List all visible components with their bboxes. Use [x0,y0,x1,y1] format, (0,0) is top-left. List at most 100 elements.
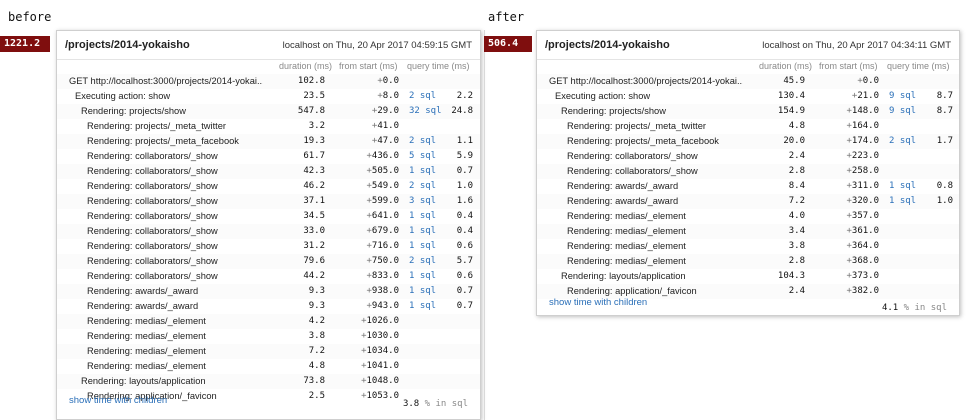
duration-value: 73.8 [303,376,325,386]
sql-count-link[interactable]: 3 sql [409,194,436,209]
sql-count-link[interactable]: 1 sql [889,179,916,194]
before-show-children-link[interactable]: show time with children [69,395,167,406]
step-name: GET http://localhost:3000/projects/2014-… [549,76,743,86]
query-time-value: 1.1 [456,136,473,146]
sql-count-link[interactable]: 1 sql [409,164,436,179]
timing-row: Rendering: awards/_award 7.2 +320.0 1 sql 1.… [537,194,959,209]
duration-value: 4.8 [788,121,805,131]
from-start-value: +320.0 [809,194,879,209]
after-show-children-link[interactable]: show time with children [549,297,647,308]
timing-row: Rendering: collaborators/_show 42.3 +505.0… [57,164,480,179]
sql-count-link[interactable]: 2 sql [409,179,436,194]
from-start-number: 361.0 [851,226,879,236]
from-start-number: 373.0 [851,271,879,281]
timing-row: Rendering: collaborators/_show 2.8 +258.0 [537,164,959,179]
timing-row: Rendering: medias/_element 4.2 +1026.0 [57,314,480,329]
from-start-number: 716.0 [371,241,399,251]
from-start-value: +1030.0 [329,329,399,344]
duration-value: 9.3 [308,301,325,311]
sql-count-link[interactable]: 1 sql [409,299,436,314]
sql-count-link[interactable]: 2 sql [409,254,436,269]
sql-count-link[interactable]: 1 sql [409,209,436,224]
from-start-number: 320.0 [851,196,879,206]
from-start-value: +174.0 [809,134,879,149]
from-start-number: 148.0 [851,106,879,116]
from-start-number: 364.0 [851,241,879,251]
query-time-value: 0.7 [456,286,473,296]
after-sql-pct-value: 4.1 [881,303,899,313]
step-name: Rendering: layouts/application [81,376,206,386]
duration-value: 44.2 [303,271,325,281]
from-start-value: +938.0 [329,284,399,299]
before-profiler-panel: /projects/2014-yokaisho localhost on Thu… [56,30,481,420]
sql-count-link[interactable]: 1 sql [409,284,436,299]
timing-row: Rendering: awards/_award 9.3 +943.0 1 sql 0.… [57,299,480,314]
timing-row: Rendering: medias/_element 4.0 +357.0 [537,209,959,224]
timing-row: Rendering: collaborators/_show 37.1 +599.0… [57,194,480,209]
after-timing-rows: GET http://localhost:3000/projects/2014-… [537,74,959,299]
from-start-number: 599.0 [371,196,399,206]
timing-row: Rendering: collaborators/_show 34.5 +641.0… [57,209,480,224]
query-time-value: 0.4 [456,226,473,236]
sql-count-link[interactable]: 2 sql [409,89,436,104]
timing-row: Rendering: layouts/application 73.8 +1048.… [57,374,480,389]
from-start-number: 750.0 [371,256,399,266]
duration-value: 547.8 [297,106,325,116]
from-start-value: +1034.0 [329,344,399,359]
duration-value: 9.3 [308,286,325,296]
step-name: Rendering: projects/_meta_twitter [567,121,707,131]
sql-count-link[interactable]: 1 sql [889,194,916,209]
sql-count-link[interactable]: 2 sql [409,134,436,149]
step-name: Rendering: collaborators/_show [567,166,698,176]
timing-row: Rendering: projects/_meta_facebook 20.0 +1… [537,134,959,149]
duration-value: 2.4 [788,151,805,161]
from-start-value: +679.0 [329,224,399,239]
from-start-value: +549.0 [329,179,399,194]
from-start-number: 47.0 [377,136,399,146]
from-start-number: 1048.0 [366,376,399,386]
step-name: Rendering: medias/_element [87,361,206,371]
sql-count-link[interactable]: 9 sql [889,104,916,119]
before-total-time-badge[interactable]: 1221.2 ms [0,36,50,65]
before-sql-percentage: 3.8 % in sql [403,399,468,409]
before-caption: before [8,10,52,24]
sql-count-link[interactable]: 1 sql [409,224,436,239]
from-start-number: 943.0 [371,301,399,311]
sql-count-link[interactable]: 1 sql [409,269,436,284]
from-start-value: +311.0 [809,179,879,194]
duration-value: 130.4 [777,91,805,101]
from-start-number: 368.0 [851,256,879,266]
from-start-value: +41.0 [329,119,399,134]
step-name: Executing action: show [75,91,171,101]
from-start-number: 357.0 [851,211,879,221]
timing-row: Rendering: medias/_element 2.8 +368.0 [537,254,959,269]
timing-row: Rendering: medias/_element 3.8 +1030.0 [57,329,480,344]
query-time-value: 0.6 [456,241,473,251]
duration-value: 23.5 [303,91,325,101]
from-start-number: 833.0 [371,271,399,281]
sql-count-link[interactable]: 32 sql [409,104,442,119]
after-col-query-time: query time (ms) [887,61,950,71]
from-start-number: 21.0 [857,91,879,101]
step-name: Rendering: collaborators/_show [87,181,218,191]
duration-value: 20.0 [783,136,805,146]
from-start-value: +29.0 [329,104,399,119]
duration-value: 19.3 [303,136,325,146]
timing-row: Executing action: show 130.4 +21.0 9 sql 8.7 [537,89,959,104]
sql-count-link[interactable]: 5 sql [409,149,436,164]
duration-value: 2.4 [788,286,805,296]
after-col-duration: duration (ms) [759,61,813,71]
from-start-value: +368.0 [809,254,879,269]
before-col-from-start: from start (ms) [339,61,398,71]
from-start-number: 311.0 [851,181,879,191]
from-start-number: 436.0 [371,151,399,161]
timing-row: Rendering: projects/_meta_twitter 3.2 +41.… [57,119,480,134]
duration-value: 46.2 [303,181,325,191]
from-start-number: 1041.0 [366,361,399,371]
sql-count-link[interactable]: 1 sql [409,239,436,254]
sql-count-link[interactable]: 2 sql [889,134,916,149]
step-name: Rendering: collaborators/_show [87,211,218,221]
sql-count-link[interactable]: 9 sql [889,89,916,104]
after-total-time-badge[interactable]: 506.4 ms [484,36,532,65]
step-name: Rendering: collaborators/_show [87,196,218,206]
